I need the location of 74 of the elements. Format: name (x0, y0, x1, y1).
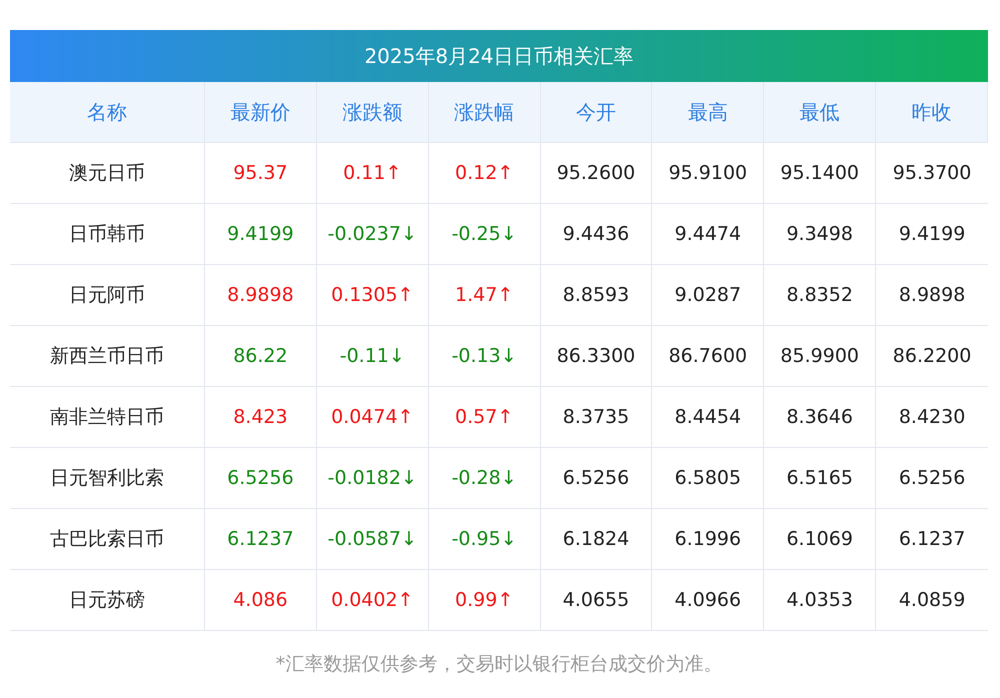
table-cell: 4.0655 (540, 570, 652, 631)
table-cell: 0.99↑ (428, 570, 541, 631)
column-header: 名称 (10, 82, 205, 143)
table-cell: 8.8352 (764, 265, 876, 326)
table-cell: 9.3498 (764, 204, 876, 265)
table-cell: 6.5256 (205, 448, 317, 509)
table-cell: 0.1305↑ (316, 265, 429, 326)
table-cell: -0.11↓ (316, 326, 429, 387)
table-cell: 4.0859 (876, 570, 988, 631)
column-header: 涨跌幅 (428, 82, 541, 143)
table-cell: 0.11↑ (316, 143, 429, 204)
table-cell: 6.5165 (764, 448, 876, 509)
table-cell: -0.28↓ (428, 448, 541, 509)
table-cell: 8.9898 (205, 265, 317, 326)
table-cell: 95.9100 (652, 143, 764, 204)
table-cell: 9.4199 (205, 204, 317, 265)
table-cell: -0.13↓ (428, 326, 541, 387)
table-cell: 9.4199 (876, 204, 988, 265)
table-cell: 8.9898 (876, 265, 988, 326)
table-cell: 6.5805 (652, 448, 764, 509)
table-cell: 日币韩币 (10, 204, 205, 265)
table-cell: 0.0474↑ (316, 387, 429, 448)
column-header: 最新价 (205, 82, 317, 143)
table-cell: 4.0966 (652, 570, 764, 631)
table-cell: 1.47↑ (428, 265, 541, 326)
table-cell: 0.57↑ (428, 387, 541, 448)
table-cell: 6.5256 (540, 448, 652, 509)
table-cell: 日元阿币 (10, 265, 205, 326)
table-cell: 95.2600 (540, 143, 652, 204)
table-cell: 新西兰币日币 (10, 326, 205, 387)
table-cell: 85.9900 (764, 326, 876, 387)
table-cell: 8.3735 (540, 387, 652, 448)
column-header: 最高 (652, 82, 764, 143)
table-cell: 0.0402↑ (316, 570, 429, 631)
table-cell: 南非兰特日币 (10, 387, 205, 448)
table-cell: 8.4454 (652, 387, 764, 448)
table-cell: -0.95↓ (428, 509, 541, 570)
table-cell: 86.22 (205, 326, 317, 387)
table-cell: 8.4230 (876, 387, 988, 448)
table-cell: -0.0587↓ (316, 509, 429, 570)
table-cell: 4.0353 (764, 570, 876, 631)
table-cell: 6.1996 (652, 509, 764, 570)
table-cell: -0.0237↓ (316, 204, 429, 265)
column-header: 涨跌额 (316, 82, 429, 143)
table-cell: 古巴比索日币 (10, 509, 205, 570)
table-cell: 6.1069 (764, 509, 876, 570)
table-cell: 6.1237 (876, 509, 988, 570)
table-cell: 6.1824 (540, 509, 652, 570)
table-cell: 95.37 (205, 143, 317, 204)
table-cell: 8.3646 (764, 387, 876, 448)
table-cell: -0.0182↓ (316, 448, 429, 509)
table-cell: 8.8593 (540, 265, 652, 326)
column-header: 今开 (540, 82, 652, 143)
table-title: 2025年8月24日日币相关汇率 (10, 30, 988, 82)
table-cell: 日元智利比索 (10, 448, 205, 509)
table-cell: 0.12↑ (428, 143, 541, 204)
column-header: 最低 (764, 82, 876, 143)
table-cell: 86.3300 (540, 326, 652, 387)
table-cell: 6.1237 (205, 509, 317, 570)
table-cell: 澳元日币 (10, 143, 205, 204)
table-cell: 6.5256 (876, 448, 988, 509)
table-cell: 95.1400 (764, 143, 876, 204)
footnote: *汇率数据仅供参考，交易时以银行柜台成交价为准。 (274, 652, 724, 677)
table-cell: 86.2200 (876, 326, 988, 387)
table-cell: 日元苏磅 (10, 570, 205, 631)
table-cell: 8.423 (205, 387, 317, 448)
table-cell: 4.086 (205, 570, 317, 631)
table-cell: 86.7600 (652, 326, 764, 387)
table-cell: 9.4474 (652, 204, 764, 265)
table-cell: 9.4436 (540, 204, 652, 265)
table-cell: -0.25↓ (428, 204, 541, 265)
table-cell: 9.0287 (652, 265, 764, 326)
table-cell: 95.3700 (876, 143, 988, 204)
column-header: 昨收 (876, 82, 988, 143)
